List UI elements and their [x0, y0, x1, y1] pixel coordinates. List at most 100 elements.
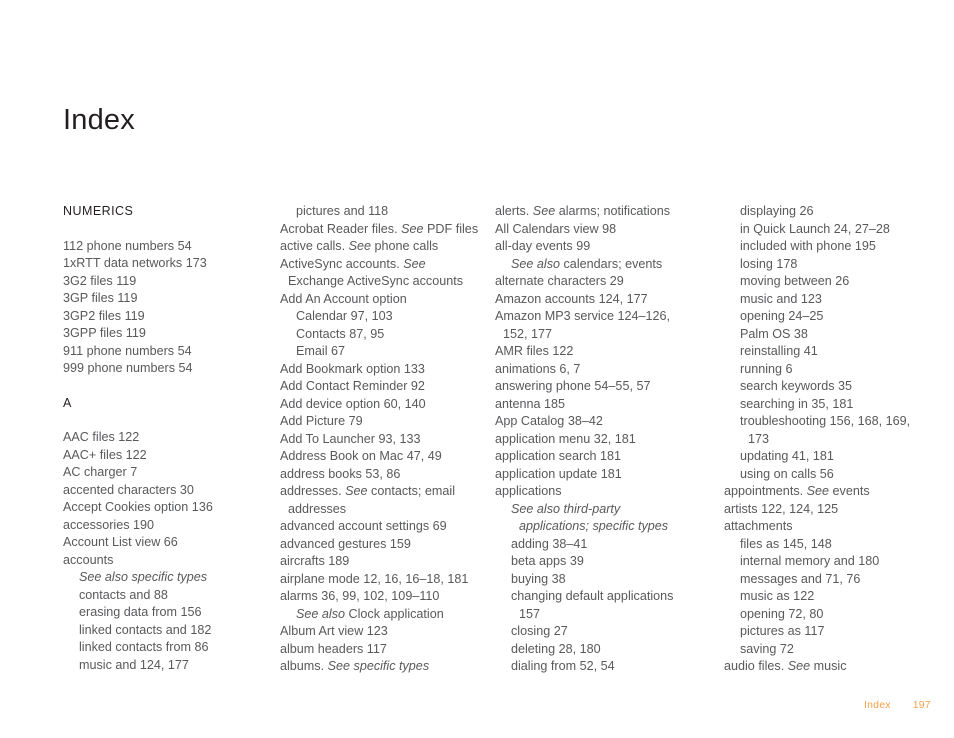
- index-entry: attachments: [724, 519, 793, 533]
- index-entry: alerts. See alarms; notifications: [495, 203, 724, 221]
- cross-reference-text: See specific types: [327, 659, 430, 673]
- index-entry: Album Art view 123: [280, 624, 388, 638]
- index-entry: antenna 185: [495, 396, 566, 411]
- index-entry: music and 124, 177: [79, 657, 189, 672]
- index-entry: accessories 190: [63, 517, 155, 532]
- index-entry: animations 6, 7: [495, 361, 581, 376]
- index-entry: beta apps 39: [511, 554, 584, 568]
- index-column-3: alerts. See alarms; notifications All Cal…: [495, 203, 724, 676]
- index-entry: 3GPP files 119: [63, 326, 146, 340]
- index-entry: erasing data from 156: [79, 605, 202, 619]
- index-entry: Add An Account option: [280, 291, 407, 306]
- index-entry: AC charger 7: [63, 465, 138, 479]
- entry-term: albums.: [280, 659, 328, 673]
- index-entry: Amazon accounts 124, 177: [495, 291, 648, 306]
- index-entry: losing 178: [740, 256, 798, 271]
- index-entry: active calls. See phone calls: [280, 238, 495, 256]
- entry-target: events: [829, 484, 870, 498]
- section-heading: A: [63, 395, 72, 410]
- entry-target: PDF files: [423, 221, 479, 236]
- index-entry: opening 72, 80: [740, 606, 824, 621]
- cross-reference-text: See: [806, 484, 830, 498]
- index-entry: See also specific types: [63, 569, 280, 587]
- index-entry: dialing from 52, 54: [511, 659, 615, 673]
- index-entry: application menu 32, 181: [495, 431, 636, 446]
- entry-target: alarms; notifications: [555, 204, 671, 218]
- index-entry: internal memory and 180: [740, 554, 880, 568]
- entry-target: phone calls: [371, 239, 439, 253]
- index-entry: accounts: [63, 552, 114, 567]
- index-entry: Add To Launcher 93, 133: [280, 431, 421, 446]
- cross-reference-text: See also: [296, 606, 346, 621]
- cross-reference-text: See: [345, 484, 368, 498]
- index-entry: in Quick Launch 24, 27–28: [740, 221, 890, 236]
- index-entry: messages and 71, 76: [740, 571, 861, 586]
- index-entry: address books 53, 86: [280, 466, 401, 481]
- index-entry: airplane mode 12, 16, 16–18, 181: [280, 571, 469, 586]
- cross-reference-text: See: [348, 239, 372, 253]
- index-entry: Accept Cookies option 136: [63, 500, 213, 514]
- index-entry: Email 67: [296, 344, 345, 358]
- index-entry: See also Clock application: [280, 606, 495, 624]
- cross-reference-text: See: [532, 204, 556, 218]
- index-entry: addresses. See contacts; email: [280, 483, 495, 501]
- footer-page-number: 197: [912, 699, 931, 711]
- index-page: Index NUMERICS 112 phone numbers 54 1xRTT …: [0, 0, 954, 738]
- index-entry: applications: [495, 484, 562, 498]
- index-entry: alternate characters 29: [495, 274, 624, 288]
- cross-reference-text: See: [401, 221, 424, 236]
- entry-target: contacts; email: [367, 484, 456, 498]
- index-entry: linked contacts and 182: [79, 622, 212, 637]
- entry-term: audio files.: [724, 659, 788, 673]
- index-entry: application update 181: [495, 466, 622, 481]
- index-entry: Amazon MP3 service 124–126,: [495, 309, 671, 323]
- index-entry: accented characters 30: [63, 482, 194, 497]
- index-entry: 999 phone numbers 54: [63, 361, 193, 375]
- index-entry: reinstalling 41: [740, 344, 818, 358]
- footer-label: Index: [864, 699, 891, 711]
- cross-reference-text: See also third-party: [511, 501, 621, 516]
- cross-reference-text: See: [787, 659, 811, 673]
- index-entry: advanced gestures 159: [280, 536, 411, 551]
- index-entry: 173: [748, 431, 770, 446]
- index-entry: Contacts 87, 95: [296, 326, 385, 341]
- index-entry: 3GP2 files 119: [63, 308, 145, 323]
- entry-target: Clock application: [345, 606, 444, 621]
- section-heading: NUMERICS: [63, 204, 134, 218]
- index-entry: Add Bookmark option 133: [280, 361, 425, 376]
- index-entry: pictures and 118: [296, 204, 389, 218]
- index-entry: closing 27: [511, 624, 568, 638]
- index-entry: searching in 35, 181: [740, 396, 854, 411]
- entry-term: addresses.: [280, 484, 346, 498]
- index-entry: Add Picture 79: [280, 414, 363, 428]
- index-entry: AAC+ files 122: [63, 447, 147, 462]
- index-entry: appointments. See events: [724, 483, 925, 501]
- index-entry: ActiveSync accounts. See: [280, 256, 495, 274]
- cross-reference-text: applications; specific types: [519, 519, 669, 533]
- index-entry: Exchange ActiveSync accounts: [288, 274, 464, 288]
- index-entry: adding 38–41: [511, 536, 588, 551]
- index-entry: Account List view 66: [63, 535, 178, 549]
- entry-term: ActiveSync accounts.: [280, 256, 404, 271]
- index-entry: Palm OS 38: [740, 326, 808, 341]
- index-entry: troubleshooting 156, 168, 169,: [740, 414, 911, 428]
- cross-reference-text: See also specific types: [79, 570, 208, 584]
- index-entry: aircrafts 189: [280, 554, 350, 568]
- index-entry: files as 145, 148: [740, 536, 832, 551]
- index-entry: buying 38: [511, 571, 566, 586]
- index-entry: albums. See specific types: [280, 658, 495, 676]
- entry-target: music: [810, 659, 847, 673]
- index-entry: 911 phone numbers 54: [63, 343, 192, 358]
- index-entry: using on calls 56: [740, 466, 834, 481]
- index-entry: displaying 26: [740, 204, 814, 218]
- index-entry: See also calendars; events: [495, 256, 724, 274]
- index-columns: NUMERICS 112 phone numbers 54 1xRTT data n…: [63, 203, 925, 676]
- index-entry: saving 72: [740, 641, 794, 656]
- index-entry: alarms 36, 99, 102, 109–110: [280, 589, 440, 603]
- index-entry: 3GP files 119: [63, 291, 138, 305]
- index-entry: pictures as 117: [740, 624, 825, 638]
- index-entry: Acrobat Reader files. See PDF files: [280, 221, 495, 239]
